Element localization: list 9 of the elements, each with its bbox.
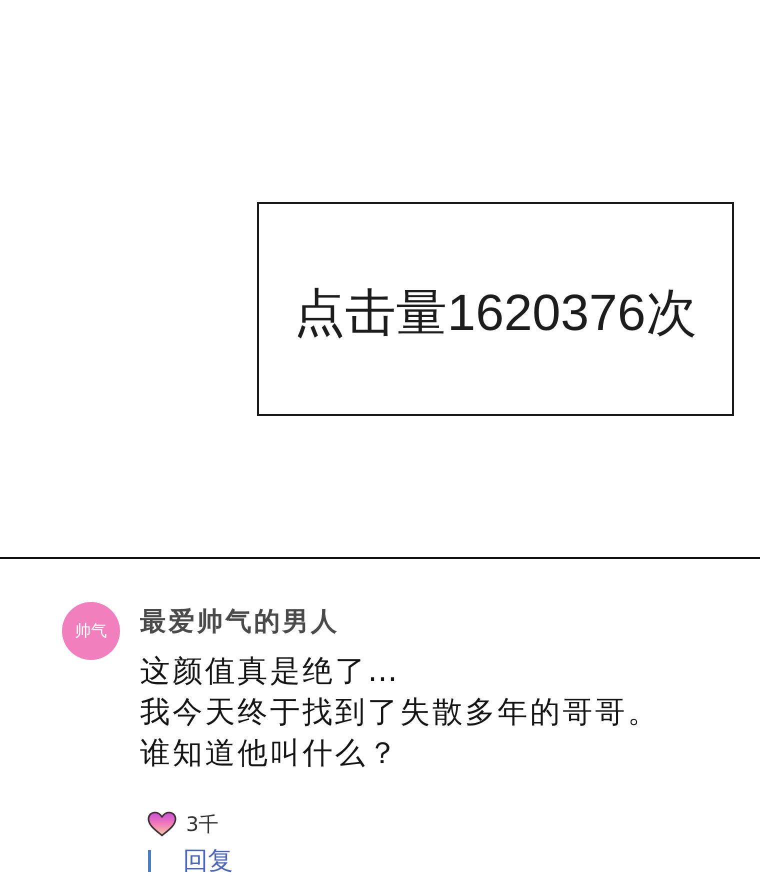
comment-line: 谁知道他叫什么？ (140, 735, 400, 773)
like-count: 3千 (186, 811, 219, 838)
heart-icon[interactable] (147, 811, 177, 837)
accent-bar (148, 850, 151, 872)
reply-link[interactable]: 回复 (183, 847, 233, 874)
click-count-text: 点击量1620376次 (294, 284, 697, 342)
comment-line: 我今天终于找到了失散多年的哥哥。 (140, 694, 660, 732)
comment-line: 这颜值真是绝了… (140, 653, 400, 691)
username[interactable]: 最爱帅气的男人 (140, 607, 340, 637)
